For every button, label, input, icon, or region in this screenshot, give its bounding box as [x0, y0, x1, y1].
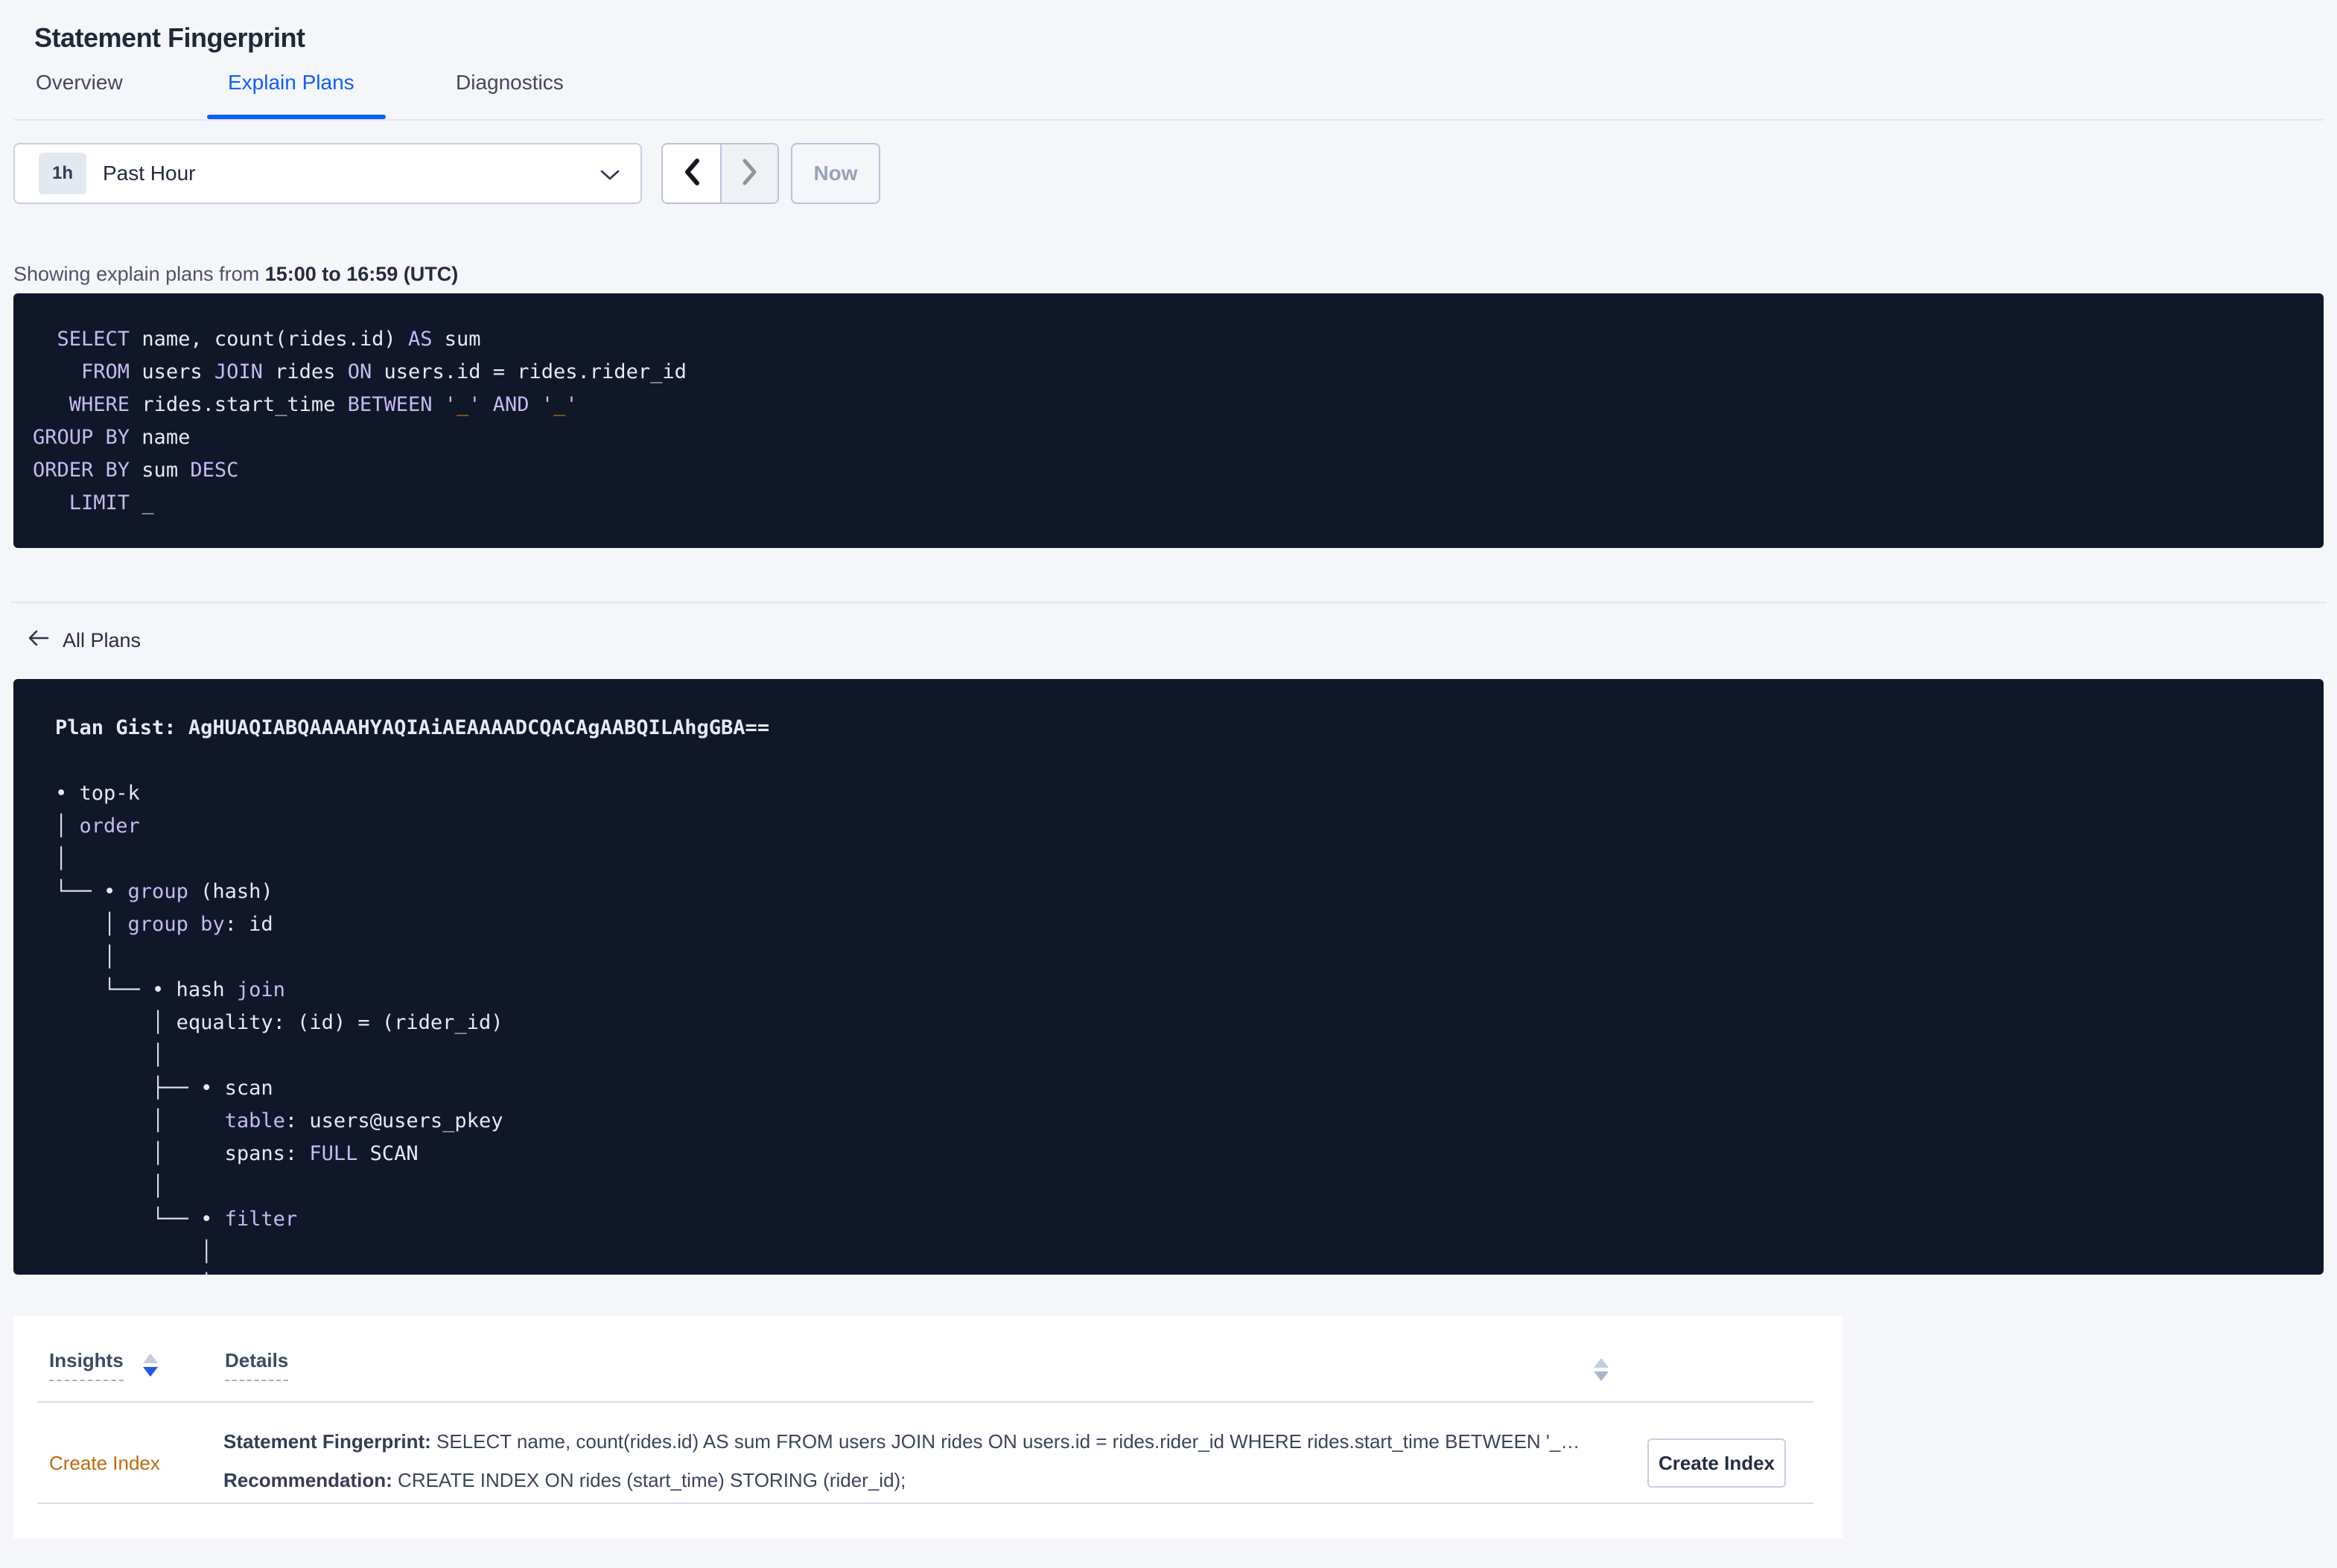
insights-column-header[interactable]: Insights: [49, 1349, 158, 1381]
plan-tree-line: │: [55, 1269, 2324, 1275]
plan-tree-line: │: [55, 1240, 213, 1263]
details-column-label: Details: [225, 1349, 289, 1381]
plan-tree-line: • top-k: [55, 782, 140, 805]
next-time-button[interactable]: [720, 144, 778, 203]
sql-code: SELECT name, count(rides.id) AS sum FROM…: [33, 323, 2324, 520]
plan-tree-line: │ equality: (id) = (rider_id): [55, 1011, 503, 1034]
active-tab-indicator: [207, 115, 386, 119]
now-button[interactable]: Now: [791, 143, 880, 204]
recommendation-label: Recommendation:: [223, 1469, 392, 1491]
showing-plans-status: Showing explain plans from 15:00 to 16:5…: [13, 263, 458, 286]
plan-tree-line: │ table: users@users_pkey: [55, 1109, 503, 1132]
plan-tree-line: ├── • scan: [55, 1077, 273, 1100]
sort-desc-triangle: [1594, 1371, 1609, 1381]
plan-tree-line: └── • hash join: [55, 978, 285, 1001]
statement-fingerprint-page: { "page": { "title": "Statement Fingerpr…: [0, 0, 2337, 1568]
tab-diagnostics[interactable]: Diagnostics: [456, 68, 564, 97]
tab-bar: Overview Explain Plans Diagnostics: [0, 68, 2337, 119]
plan-tree-line: │ spans: FULL SCAN: [55, 1142, 419, 1165]
plan-gist-box: Plan Gist: AgHUAQIABQAAAAHYAQIAiAEAAAADC…: [13, 679, 2324, 1275]
plan-tree-line: └── • group (hash): [55, 880, 273, 903]
section-divider: [10, 602, 2327, 603]
statement-fingerprint-text: SELECT name, count(rides.id) AS sum FROM…: [430, 1430, 1580, 1453]
insights-card: Insights Details Create Index Statement …: [13, 1316, 1843, 1538]
tab-bar-divider: [13, 119, 2324, 121]
sql-code-line: SELECT name, count(rides.id) AS sum: [57, 328, 481, 351]
details-sort-icon[interactable]: [1594, 1358, 1609, 1381]
status-time-range: 15:00 to 16:59 (UTC): [264, 263, 459, 285]
header-separator: [37, 1401, 1813, 1403]
arrow-left-icon: [27, 628, 49, 653]
sort-asc-triangle: [1594, 1358, 1609, 1368]
insights-sort-icon[interactable]: [142, 1354, 158, 1377]
sql-code-line: LIMIT _: [69, 491, 154, 514]
insight-type-link[interactable]: Create Index: [49, 1452, 160, 1475]
sql-code-line: ORDER BY sum DESC: [33, 459, 239, 482]
row-separator: [37, 1502, 1813, 1504]
status-prefix: Showing explain plans from: [13, 263, 265, 285]
plan-gist-value: AgHUAQIABQAAAAHYAQIAiAEAAAADCQACAgAABQIL…: [188, 716, 770, 739]
time-range-select[interactable]: 1h Past Hour: [13, 143, 642, 204]
all-plans-link[interactable]: All Plans: [27, 628, 141, 653]
all-plans-label: All Plans: [63, 629, 142, 651]
tab-explain-plans[interactable]: Explain Plans: [228, 68, 354, 97]
insights-column-label: Insights: [49, 1349, 124, 1381]
details-column-header[interactable]: Details: [225, 1349, 289, 1381]
plan-tree-line: │ group by: id: [55, 913, 273, 936]
sql-code-line: GROUP BY name: [33, 426, 191, 449]
time-range-badge: 1h: [39, 153, 86, 194]
chevron-left-icon: [683, 158, 701, 190]
recommendation-line: Recommendation: CREATE INDEX ON rides (s…: [223, 1468, 1638, 1492]
chevron-down-icon: [600, 170, 620, 185]
plan-gist-line: Plan Gist: AgHUAQIABQAAAAHYAQIAiAEAAAADC…: [55, 712, 2324, 745]
plan-tree-line: │: [55, 946, 116, 969]
time-range-label: Past Hour: [103, 162, 196, 185]
create-index-button[interactable]: Create Index: [1647, 1438, 1786, 1488]
plan-tree: • top-k │ order │ └── • group (hash) │ grou…: [55, 777, 2324, 1275]
tab-overview[interactable]: Overview: [36, 68, 123, 97]
sort-desc-triangle: [142, 1367, 158, 1377]
plan-tree-line: └── • filter: [55, 1208, 298, 1231]
recommendation-text: CREATE INDEX ON rides (start_time) STORI…: [392, 1469, 906, 1491]
prev-time-button[interactable]: [663, 144, 720, 203]
sort-asc-triangle: [142, 1354, 158, 1363]
time-nav-group: [661, 143, 779, 204]
sql-fingerprint-box: SELECT name, count(rides.id) AS sum FROM…: [13, 293, 2324, 548]
plan-tree-line: │: [55, 1044, 165, 1067]
plan-tree-line: │ order: [55, 815, 140, 838]
statement-fingerprint-line: Statement Fingerprint: SELECT name, coun…: [223, 1430, 1638, 1453]
insight-details-cell: Statement Fingerprint: SELECT name, coun…: [223, 1430, 1638, 1507]
plan-gist-label: Plan Gist:: [55, 716, 188, 739]
chevron-right-icon: [741, 158, 759, 190]
statement-fingerprint-label: Statement Fingerprint:: [223, 1430, 431, 1453]
plan-tree-line: │: [55, 847, 68, 870]
sql-code-line: FROM users JOIN rides ON users.id = ride…: [81, 360, 687, 383]
page-title: Statement Fingerprint: [34, 22, 305, 54]
plan-tree-line: │: [55, 1175, 165, 1198]
sql-code-line: WHERE rides.start_time BETWEEN '_' AND '…: [69, 393, 578, 416]
